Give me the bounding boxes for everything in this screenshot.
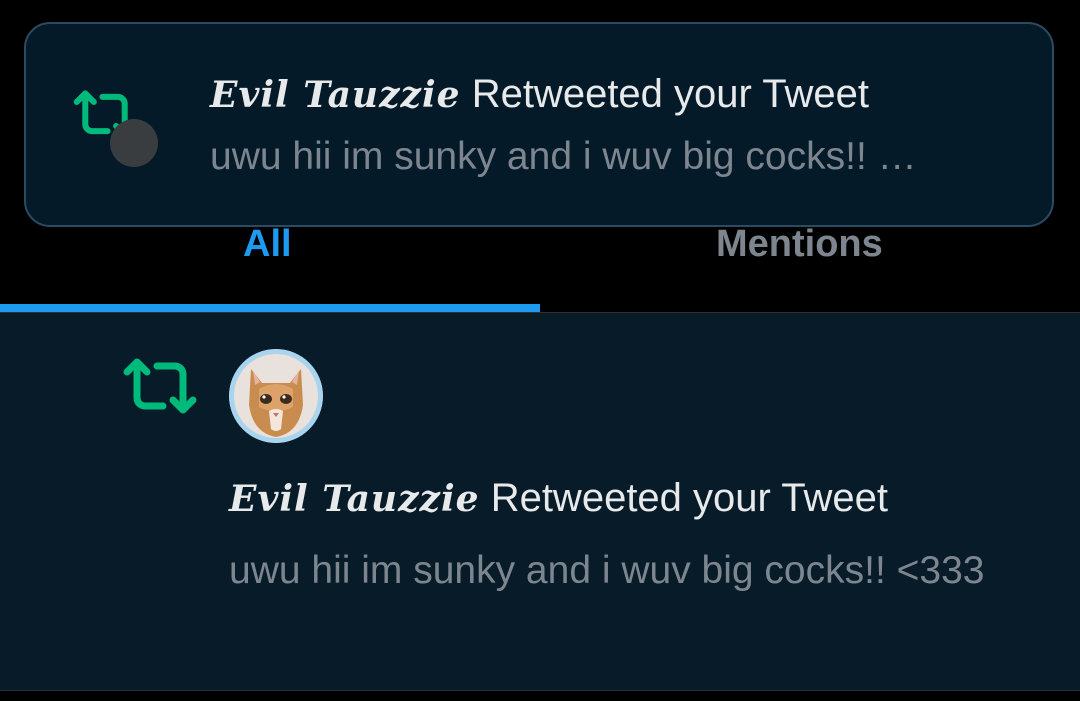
retweet-icon — [123, 358, 197, 414]
cat-avatar-icon — [229, 349, 323, 443]
toast-retweeter-name: Evil Tauzzie — [210, 74, 461, 116]
retweeter-name[interactable]: Evil Tauzzie — [229, 478, 480, 520]
notification-toast[interactable]: Evil Tauzzie Retweeted your Tweet uwu hi… — [24, 22, 1054, 227]
tweet-preview: uwu hii im sunky and i wuv big cocks!! <… — [229, 549, 985, 592]
list-divider — [0, 690, 1080, 691]
toast-preview: uwu hii im sunky and i wuv big cocks!! … — [210, 135, 917, 178]
tab-mentions-label: Mentions — [716, 223, 883, 265]
toast-action: Retweeted your Tweet — [471, 72, 869, 116]
toast-title: Evil Tauzzie Retweeted your Tweet — [210, 71, 869, 118]
avatar[interactable] — [229, 349, 323, 443]
notification-action: Retweeted your Tweet — [490, 476, 888, 520]
notification-title: Evil Tauzzie Retweeted your Tweet — [229, 475, 888, 522]
tab-all-label: All — [243, 223, 292, 265]
avatar-placeholder — [110, 119, 158, 167]
